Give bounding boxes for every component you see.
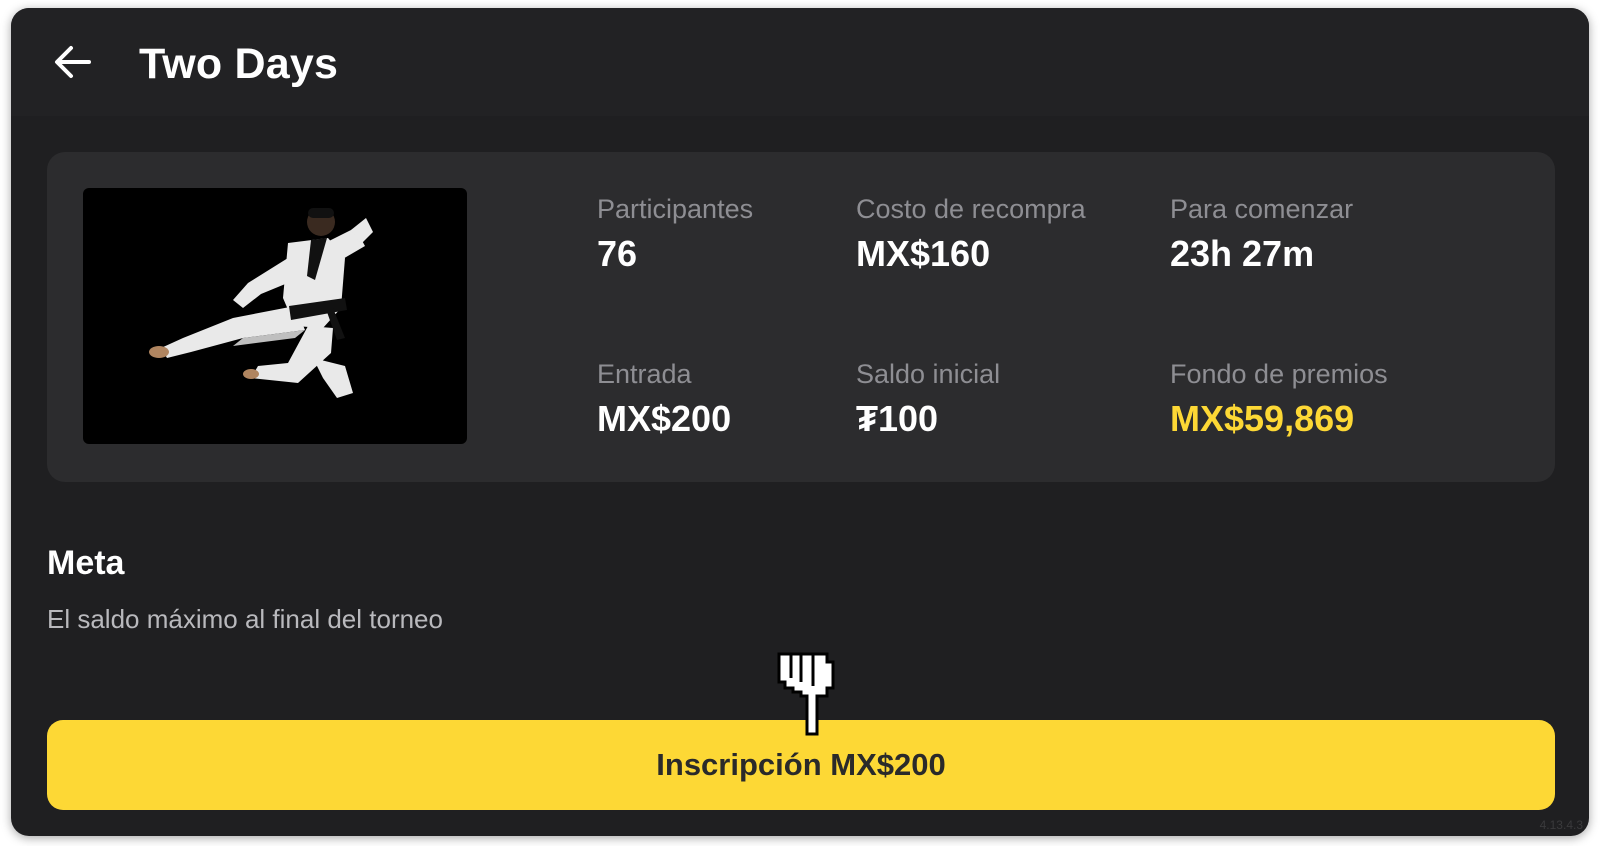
stat-label: Entrada <box>597 359 692 389</box>
stat-entry-fee: Entrada MX$200 <box>597 359 731 440</box>
stat-label: Saldo inicial <box>856 359 1001 389</box>
tournament-info-card: Participantes 76 Costo de recompra MX$16… <box>47 152 1555 482</box>
goal-description: El saldo máximo al final del torneo <box>47 604 443 634</box>
stat-value: MX$160 <box>856 233 991 274</box>
goal-title: Meta <box>47 544 125 582</box>
stat-prize-pool: Fondo de premios MX$59,869 <box>1170 359 1388 440</box>
register-button-label: Inscripción MX$200 <box>656 747 946 782</box>
app-window: Two Days Participantes 76 Costo de recom… <box>11 8 1589 836</box>
martial-artist-kick-image <box>83 188 467 444</box>
hand-pointer-cursor-icon <box>777 652 835 736</box>
stat-time-to-start: Para comenzar 23h 27m <box>1170 194 1353 275</box>
stat-label: Participantes <box>597 194 754 224</box>
app-bar: Two Days <box>11 8 1589 116</box>
arrow-left-icon <box>55 46 91 78</box>
stat-label: Fondo de premios <box>1170 359 1388 389</box>
stat-initial-balance: Saldo inicial ₮100 <box>856 359 1000 440</box>
back-button[interactable] <box>49 38 97 86</box>
version-label: 4.13.4.3 <box>1539 818 1583 832</box>
stat-label: Costo de recompra <box>856 194 1086 224</box>
stat-value: MX$59,869 <box>1170 398 1355 439</box>
stat-label: Para comenzar <box>1170 194 1354 224</box>
page-title: Two Days <box>139 40 339 88</box>
stat-value: 76 <box>597 233 638 274</box>
stat-value: 23h 27m <box>1170 233 1315 274</box>
stat-rebuy-cost: Costo de recompra MX$160 <box>856 194 1086 275</box>
stat-participants: Participantes 76 <box>597 194 753 275</box>
stat-value: MX$200 <box>597 398 732 439</box>
stat-value: ₮100 <box>856 398 939 439</box>
